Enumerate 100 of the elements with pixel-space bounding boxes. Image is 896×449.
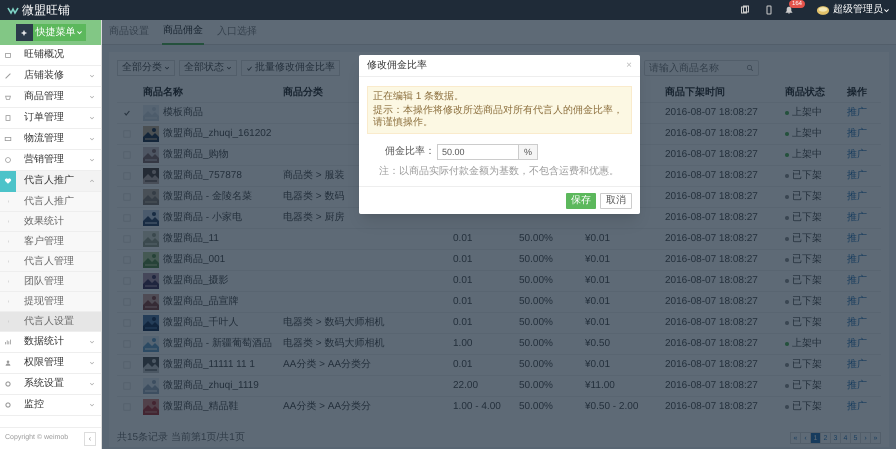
table-cell: 2016-08-07 18:08:27 [665, 360, 758, 370]
product-name: 微盟商品 - 金陵名菜 [163, 192, 252, 202]
person-icon [4, 359, 12, 367]
submenu-item[interactable]: 客户管理 [0, 232, 101, 252]
commission-rate-input[interactable]: 50.00 [437, 144, 519, 160]
status-text: 上架中 [792, 129, 822, 139]
table-cell: 50.00% [519, 255, 553, 265]
promote-link[interactable]: 推广 [847, 129, 881, 139]
promote-link[interactable]: 推广 [847, 276, 881, 286]
promote-link[interactable]: 推广 [847, 318, 881, 328]
table-cell: ¥0.01 [585, 255, 610, 265]
category-filter[interactable]: 全部分类 [117, 60, 175, 76]
heart-icon [4, 177, 12, 185]
table-cell: 电器类 > 数码 [283, 192, 344, 202]
chevron-icon [89, 115, 95, 121]
promote-link[interactable]: 推广 [847, 108, 881, 118]
promote-link[interactable]: 推广 [847, 255, 881, 265]
product-name: 微盟商品_精品鞋 [163, 402, 239, 412]
table-cell: 电器类 > 厨房 [283, 213, 344, 223]
product-name: 微盟商品_品宣牌 [163, 297, 239, 307]
promote-link[interactable]: 推广 [847, 297, 881, 307]
table-cell: 22.00 [453, 381, 478, 391]
table-cell: 50.00% [519, 276, 553, 286]
collapse-button[interactable]: ‹ [84, 432, 96, 446]
table-cell: ¥0.01 [585, 318, 610, 328]
table-cell: 1.00 [453, 339, 472, 349]
promote-link[interactable]: 推广 [847, 171, 881, 181]
close-button[interactable]: × [626, 60, 632, 70]
status-text: 已下架 [792, 381, 822, 391]
submenu-item[interactable]: 代言人管理 [0, 252, 101, 272]
promote-link[interactable]: 推广 [847, 402, 881, 412]
promote-link[interactable]: 推广 [847, 339, 881, 349]
table-cell: 0.01 [453, 297, 472, 307]
table-cell: 50.00% [519, 339, 553, 349]
sidebar-item[interactable]: 代言人推广 [0, 171, 101, 192]
field-label: 佣金比率： [385, 147, 436, 157]
circle-icon [4, 156, 12, 164]
submenu-item[interactable]: 代言人设置 [0, 312, 101, 332]
promote-link[interactable]: 推广 [847, 192, 881, 202]
submenu-item[interactable]: 效果统计 [0, 212, 101, 232]
phone-icon[interactable] [764, 5, 774, 15]
product-name: 微盟商品 - 新疆葡萄酒品 [163, 339, 272, 349]
product-name: 微盟商品_千叶人 [163, 318, 239, 328]
table-cell: 0.01 [453, 360, 472, 370]
submenu-item[interactable]: 提现管理 [0, 292, 101, 312]
promote-link[interactable]: 推广 [847, 234, 881, 244]
box-icon [4, 135, 12, 143]
chevron-icon [89, 73, 95, 79]
batch-edit-button[interactable]: 批量修改佣金比率 [241, 60, 340, 76]
avatar-icon[interactable] [816, 4, 830, 16]
submenu-item[interactable]: 代言人推广 [0, 192, 101, 212]
status-text: 已下架 [792, 402, 822, 412]
status-text: 已下架 [792, 171, 822, 181]
unit-addon: % [519, 144, 538, 160]
product-name: 微盟商品_757878 [163, 171, 242, 181]
caret-icon [76, 29, 82, 36]
promote-link[interactable]: 推广 [847, 381, 881, 391]
product-name: 微盟商品_11111 11 1 [163, 360, 255, 370]
status-text: 已下架 [792, 360, 822, 370]
status-text: 已下架 [792, 276, 822, 286]
cancel-button[interactable]: 取消 [600, 192, 632, 208]
alert-text: 提示：本操作将修改所选商品对所有代言人的佣金比率，请谨慎操作。 [373, 105, 624, 129]
chevron-icon [89, 402, 95, 408]
chevron-icon [89, 178, 95, 184]
table-cell: 2016-08-07 18:08:27 [665, 192, 758, 202]
status-filter[interactable]: 全部状态 [179, 60, 237, 76]
table-cell: 2016-08-07 18:08:27 [665, 171, 758, 181]
search-icon[interactable] [746, 64, 754, 72]
table-cell: ¥0.01 [585, 234, 610, 244]
chevron-icon [89, 136, 95, 142]
save-button[interactable]: 保存 [566, 192, 596, 208]
promote-link[interactable]: 推广 [847, 360, 881, 370]
product-name: 微盟商品_zhuqi_1119 [163, 381, 259, 391]
table-cell: ¥11.00 [585, 381, 615, 391]
product-name: 微盟商品_摄影 [163, 276, 229, 286]
caret-icon[interactable] [883, 6, 890, 14]
promote-link[interactable]: 推广 [847, 213, 881, 223]
chevron-icon [89, 381, 95, 387]
table-cell: ¥0.01 [585, 276, 610, 286]
user-name[interactable]: 超级管理员 [833, 5, 883, 15]
caret-icon [164, 65, 170, 71]
bell-icon[interactable] [784, 5, 794, 15]
copy-icon[interactable] [740, 5, 750, 15]
table-cell: 2016-08-07 18:08:27 [665, 339, 758, 349]
chevron-icon [89, 94, 95, 100]
status-text: 已下架 [792, 318, 822, 328]
table-cell: AA分类 > AA分类分 [283, 402, 372, 412]
plus-icon [20, 28, 28, 36]
checkmark-icon[interactable] [123, 109, 131, 117]
table-cell: 2016-08-07 18:08:27 [665, 255, 758, 265]
quick-menu-button[interactable]: 快捷菜单 [16, 24, 86, 41]
table-cell: 50.00% [519, 402, 553, 412]
alert-text: 正在编辑 1 条数据。 [373, 91, 466, 103]
chevron-icon [89, 157, 95, 163]
submenu-item[interactable]: 团队管理 [0, 272, 101, 292]
table-cell: 1.00 - 4.00 [453, 402, 501, 412]
promote-link[interactable]: 推广 [847, 150, 881, 160]
column-header: 商品分类 [283, 88, 323, 98]
table-cell: 0.01 [453, 255, 472, 265]
table-cell: 0.01 [453, 318, 472, 328]
